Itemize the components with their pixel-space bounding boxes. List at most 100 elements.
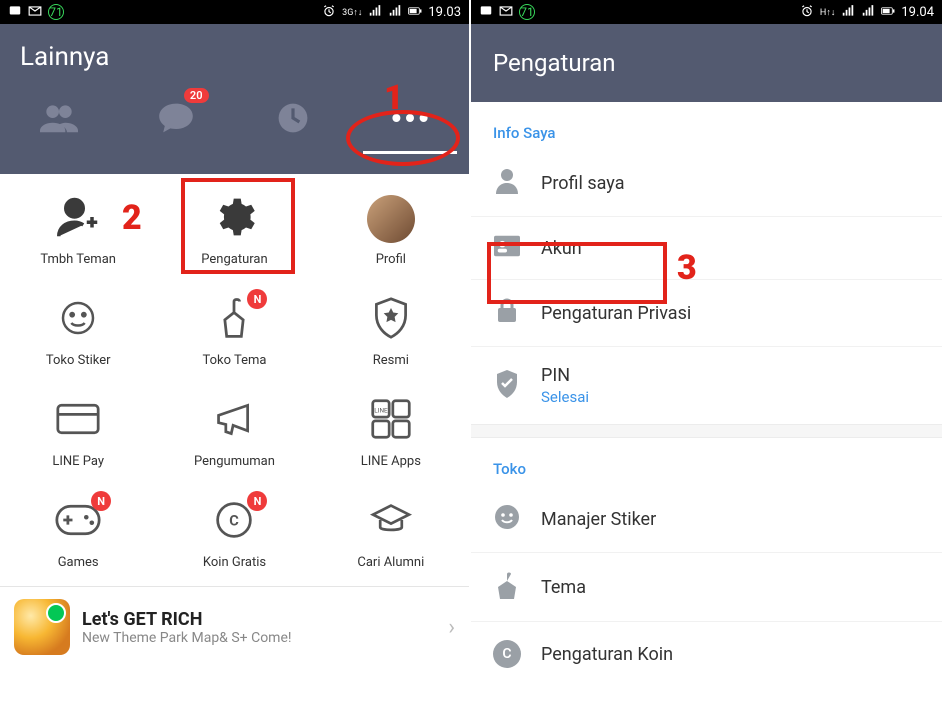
line-pay-icon — [56, 403, 100, 439]
svg-text:C: C — [230, 512, 240, 529]
grid-label: Games — [58, 555, 99, 570]
new-badge: N — [247, 491, 267, 511]
grid-games[interactable]: N Games — [0, 497, 156, 570]
section-divider — [471, 424, 942, 438]
settings-item-label: Pengaturan Koin — [541, 644, 673, 665]
chevron-right-icon: › — [448, 615, 455, 640]
grid-theme-shop[interactable]: N Toko Tema — [156, 295, 312, 368]
promo-banner[interactable]: Let's GET RICH New Theme Park Map& S+ Co… — [0, 586, 469, 667]
grid-label: Profil — [376, 252, 406, 267]
grid-label: Pengumuman — [194, 454, 275, 469]
phone-screen-more: 71 3G↑↓ 19.03 Lainnya 20 — [0, 0, 471, 720]
promo-title: Let's GET RICH — [82, 609, 436, 630]
settings-item-label: PIN — [541, 365, 570, 386]
section-label-info: Info Saya — [471, 102, 942, 150]
settings-item-label: Profil saya — [541, 173, 625, 194]
tab-timeline[interactable] — [235, 82, 352, 154]
coin-c-icon: C — [493, 640, 521, 668]
lock-icon — [496, 298, 518, 328]
grid-label: Tmbh Teman — [40, 252, 116, 267]
settings-item-coin[interactable]: C Pengaturan Koin — [471, 622, 942, 686]
sticker-shop-icon — [58, 298, 98, 342]
page-title: Lainnya — [0, 24, 469, 82]
alarm-icon — [800, 4, 814, 21]
grid-label: Cari Alumni — [357, 555, 424, 570]
clock-text: 19.04 — [901, 5, 934, 20]
grid-label: LINE Apps — [361, 454, 421, 469]
new-badge: N — [247, 289, 267, 309]
network-3g-icon: 3G↑↓ — [342, 7, 362, 18]
mail-icon — [28, 4, 42, 21]
signal-icon-2 — [861, 4, 875, 21]
line-apps-icon: LINE — [370, 398, 412, 444]
status-bar: 71 3G↑↓ 19.03 — [0, 0, 469, 24]
avatar-icon — [367, 195, 415, 243]
grid-add-friend[interactable]: Tmbh Teman — [0, 194, 156, 267]
network-h-icon: H↑↓ — [820, 7, 835, 18]
gear-icon — [213, 196, 255, 242]
tab-friends[interactable] — [0, 82, 117, 154]
add-friend-icon — [57, 196, 99, 242]
grid-label: Pengaturan — [201, 252, 267, 267]
section-label-store: Toko — [471, 438, 942, 486]
signal-icon-2 — [388, 4, 402, 21]
more-grid: Tmbh Teman Pengaturan Profil Toko Stiker… — [0, 174, 469, 586]
person-icon — [495, 168, 519, 198]
status-bar: 71 H↑↓ 19.04 — [471, 0, 942, 24]
settings-item-pin[interactable]: PIN Selesai — [471, 347, 942, 424]
tab-chats[interactable]: 20 — [117, 82, 234, 154]
brush-icon — [496, 571, 518, 603]
header: Lainnya 20 — [0, 24, 469, 174]
settings-item-label: Pengaturan Privasi — [541, 303, 691, 324]
tab-bar: 20 — [0, 82, 469, 154]
bbm-icon — [8, 4, 22, 21]
settings-item-profile[interactable]: Profil saya — [471, 150, 942, 217]
signal-icon — [841, 4, 855, 21]
alumni-icon — [369, 502, 413, 542]
grid-profile[interactable]: Profil — [313, 194, 469, 267]
grid-settings[interactable]: Pengaturan — [156, 194, 312, 267]
settings-item-theme[interactable]: Tema — [471, 553, 942, 622]
grid-label: LINE Pay — [52, 454, 104, 469]
grid-alumni[interactable]: Cari Alumni — [313, 497, 469, 570]
settings-item-label: Tema — [541, 577, 586, 598]
chat-badge: 20 — [184, 88, 209, 103]
battery-icon — [881, 4, 895, 21]
bbm-icon — [479, 4, 493, 21]
official-icon — [372, 297, 410, 343]
phone-screen-settings: 71 H↑↓ 19.04 Pengaturan Info Saya Profil… — [471, 0, 942, 720]
megaphone-icon — [213, 399, 255, 443]
page-title: Pengaturan — [493, 49, 616, 77]
battery-circle-icon: 71 — [519, 4, 535, 20]
new-badge: N — [91, 491, 111, 511]
grid-official[interactable]: Resmi — [313, 295, 469, 368]
gamepad-icon — [55, 504, 101, 540]
promo-subtitle: New Theme Park Map& S+ Come! — [82, 630, 436, 646]
settings-item-label: Manajer Stiker — [541, 509, 656, 530]
grid-label: Toko Tema — [202, 353, 266, 368]
grid-free-coin[interactable]: CN Koin Gratis — [156, 497, 312, 570]
grid-announcements[interactable]: Pengumuman — [156, 396, 312, 469]
grid-sticker-shop[interactable]: Toko Stiker — [0, 295, 156, 368]
battery-circle-icon: 71 — [48, 4, 64, 20]
grid-line-apps[interactable]: LINE LINE Apps — [313, 396, 469, 469]
settings-list-info: Profil saya Akun Pengaturan Privasi PIN … — [471, 150, 942, 424]
settings-item-privacy[interactable]: Pengaturan Privasi — [471, 280, 942, 347]
alarm-icon — [322, 4, 336, 21]
shield-check-icon — [495, 370, 519, 402]
promo-image — [14, 599, 70, 655]
tab-more[interactable] — [352, 82, 469, 154]
settings-item-sublabel: Selesai — [541, 388, 589, 406]
smiley-icon — [494, 504, 520, 534]
grid-label: Toko Stiker — [46, 353, 111, 368]
mail-icon — [499, 4, 513, 21]
grid-line-pay[interactable]: LINE Pay — [0, 396, 156, 469]
settings-item-sticker-manager[interactable]: Manajer Stiker — [471, 486, 942, 553]
clock-text: 19.03 — [428, 5, 461, 20]
settings-item-account[interactable]: Akun — [471, 217, 942, 280]
grid-label: Koin Gratis — [203, 555, 266, 570]
svg-text:LINE: LINE — [374, 407, 388, 415]
header: Pengaturan — [471, 24, 942, 102]
settings-list-store: Manajer Stiker Tema C Pengaturan Koin — [471, 486, 942, 686]
settings-item-label: Akun — [541, 238, 582, 259]
